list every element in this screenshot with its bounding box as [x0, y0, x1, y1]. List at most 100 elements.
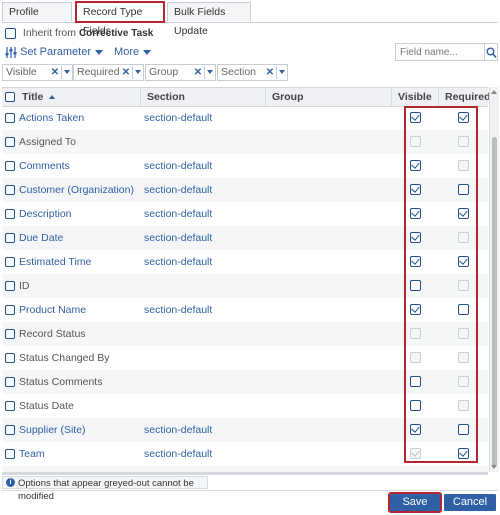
chevron-down-icon[interactable]	[61, 66, 73, 79]
visible-checkbox[interactable]	[410, 208, 421, 219]
table-row[interactable]: Product Name section-default	[2, 298, 488, 322]
field-section[interactable]: section-default	[144, 154, 212, 178]
section-filter[interactable]: Section ✕	[217, 64, 288, 81]
clear-icon[interactable]: ✕	[121, 66, 131, 79]
visible-checkbox[interactable]	[410, 112, 421, 123]
vertical-scrollbar[interactable]	[489, 87, 499, 472]
visible-checkbox[interactable]	[410, 184, 421, 195]
scroll-down-icon[interactable]	[491, 465, 497, 469]
horizontal-scrollbar[interactable]	[2, 472, 488, 475]
row-select-checkbox[interactable]	[5, 449, 15, 459]
required-checkbox[interactable]	[458, 184, 469, 195]
field-title[interactable]: Product Name	[19, 298, 86, 322]
chevron-down-icon[interactable]	[132, 66, 144, 79]
visible-checkbox[interactable]	[410, 304, 421, 315]
column-header-required[interactable]: Required	[438, 88, 491, 106]
table-row[interactable]: Actions Taken section-default	[2, 106, 488, 130]
row-select-checkbox[interactable]	[5, 209, 15, 219]
clear-icon[interactable]: ✕	[193, 66, 203, 79]
table-row[interactable]: Customer (Organization) section-default	[2, 178, 488, 202]
field-title[interactable]: Customer (Organization)	[19, 178, 134, 202]
table-row[interactable]: ID	[2, 274, 488, 298]
visible-checkbox[interactable]	[410, 256, 421, 267]
scrollbar-thumb[interactable]	[492, 137, 497, 467]
cancel-button[interactable]: Cancel	[444, 494, 496, 511]
visible-checkbox[interactable]	[410, 160, 421, 171]
row-select-checkbox[interactable]	[5, 185, 15, 195]
row-select-checkbox[interactable]	[5, 425, 15, 435]
row-select-checkbox[interactable]	[5, 329, 15, 339]
tab-bulk-fields-update[interactable]: Bulk Fields Update	[167, 2, 251, 37]
row-select-checkbox[interactable]	[5, 233, 15, 243]
inherit-option[interactable]: Inherit from Corrective Task	[5, 26, 153, 40]
row-select-checkbox[interactable]	[5, 161, 15, 171]
row-select-checkbox[interactable]	[5, 401, 15, 411]
visible-checkbox[interactable]	[410, 280, 421, 291]
table-row[interactable]: Status Comments	[2, 370, 488, 394]
row-select-checkbox[interactable]	[5, 305, 15, 315]
clear-icon[interactable]: ✕	[265, 66, 275, 79]
table-row[interactable]: Comments section-default	[2, 154, 488, 178]
field-title[interactable]: Supplier (Site)	[19, 418, 86, 442]
save-button[interactable]: Save	[388, 492, 442, 513]
table-row[interactable]: Description section-default	[2, 202, 488, 226]
set-parameter-menu[interactable]: Set Parameter	[5, 46, 106, 58]
table-row[interactable]: Assigned To	[2, 130, 488, 154]
table-row[interactable]: Record Status	[2, 322, 488, 346]
field-title[interactable]: Due Date	[19, 226, 63, 250]
visible-checkbox[interactable]	[410, 400, 421, 411]
row-select-checkbox[interactable]	[5, 281, 15, 291]
field-section[interactable]: section-default	[144, 418, 212, 442]
inherit-checkbox[interactable]	[5, 27, 16, 39]
field-title[interactable]: Estimated Time	[19, 250, 91, 274]
clear-icon[interactable]: ✕	[50, 66, 60, 79]
group-filter[interactable]: Group ✕	[145, 64, 216, 81]
field-title[interactable]: Team	[19, 442, 45, 466]
scroll-up-icon[interactable]	[491, 90, 497, 94]
row-select-checkbox[interactable]	[5, 353, 15, 363]
row-select-checkbox[interactable]	[5, 137, 15, 147]
more-menu[interactable]: More	[114, 46, 152, 58]
tab-record-type-fields[interactable]: Record Type Fields	[75, 1, 165, 37]
field-section[interactable]: section-default	[144, 178, 212, 202]
table-row[interactable]: Supplier (Site) section-default	[2, 418, 488, 442]
field-title[interactable]: Actions Taken	[19, 106, 84, 130]
field-section[interactable]: section-default	[144, 202, 212, 226]
search-button[interactable]	[485, 43, 498, 61]
visible-filter[interactable]: Visible ✕	[2, 64, 73, 81]
select-all-checkbox[interactable]	[5, 92, 15, 102]
field-section[interactable]: section-default	[144, 298, 212, 322]
required-checkbox[interactable]	[458, 256, 469, 267]
table-row[interactable]: Estimated Time section-default	[2, 250, 488, 274]
visible-checkbox[interactable]	[410, 232, 421, 243]
required-checkbox[interactable]	[458, 112, 469, 123]
required-checkbox[interactable]	[458, 448, 469, 459]
table-row[interactable]: Due Date section-default	[2, 226, 488, 250]
field-section[interactable]: section-default	[144, 226, 212, 250]
chevron-down-icon[interactable]	[204, 66, 216, 79]
required-filter[interactable]: Required ✕	[73, 64, 144, 81]
row-select-checkbox[interactable]	[5, 377, 15, 387]
required-checkbox[interactable]	[458, 208, 469, 219]
visible-checkbox[interactable]	[410, 424, 421, 435]
field-title[interactable]: Description	[19, 202, 72, 226]
row-select-checkbox[interactable]	[5, 257, 15, 267]
table-row[interactable]: Team section-default	[2, 442, 488, 466]
required-checkbox[interactable]	[458, 304, 469, 315]
visible-checkbox[interactable]	[410, 376, 421, 387]
column-header-visible[interactable]: Visible	[391, 88, 438, 106]
table-row[interactable]: Status Changed By	[2, 346, 488, 370]
column-header-title[interactable]: Title	[16, 88, 144, 106]
row-select-checkbox[interactable]	[5, 113, 15, 123]
chevron-down-icon[interactable]	[276, 66, 288, 79]
field-search-input[interactable]	[395, 43, 485, 61]
required-checkbox[interactable]	[458, 424, 469, 435]
column-header-group[interactable]: Group	[265, 88, 391, 106]
table-row[interactable]: Status Date	[2, 394, 488, 418]
field-title[interactable]: Comments	[19, 154, 70, 178]
tab-profile[interactable]: Profile	[2, 2, 72, 21]
field-section[interactable]: section-default	[144, 250, 212, 274]
column-header-section[interactable]: Section	[140, 88, 265, 106]
field-section[interactable]: section-default	[144, 442, 212, 466]
field-section[interactable]: section-default	[144, 106, 212, 130]
